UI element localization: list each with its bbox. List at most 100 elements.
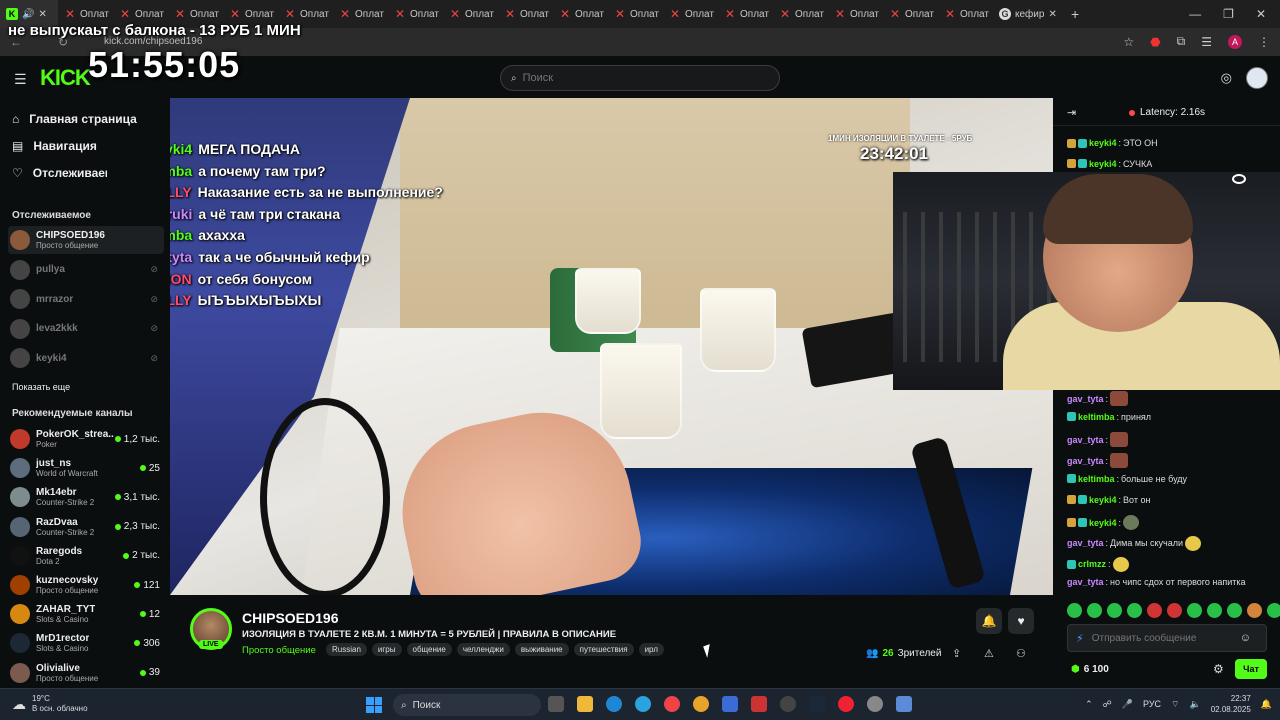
telegram-icon[interactable] (635, 696, 651, 712)
steam-icon[interactable] (809, 696, 825, 712)
app-icon[interactable] (693, 696, 709, 712)
tab-search-icon[interactable]: ☰ (1201, 35, 1212, 49)
user-avatar[interactable] (1246, 67, 1268, 89)
followed-channel[interactable]: leva2kkk ⊘ (8, 315, 164, 343)
chat-username[interactable]: keyki4 (1089, 159, 1117, 169)
stream-tag[interactable]: игры (371, 643, 402, 656)
settings-icon[interactable] (867, 696, 883, 712)
network-icon[interactable]: ☍ (1103, 699, 1112, 710)
tab-payment[interactable]: ✕ Оплат (938, 0, 993, 28)
chat-message[interactable]: keyki4: (1067, 515, 1140, 531)
chat-username[interactable]: gav_tyta (1067, 577, 1104, 587)
tab-close-icon[interactable]: ✕ (1048, 9, 1056, 20)
stream-tag[interactable]: путешествия (573, 643, 634, 656)
emote-icon[interactable] (1187, 603, 1202, 618)
chat-message[interactable]: gav_tyta: Дима мы скучали (1067, 535, 1202, 551)
tab-payment[interactable]: ✕ Оплат (553, 0, 608, 28)
chat-message[interactable]: keyki4: ЭТО ОН (1067, 138, 1158, 148)
tab-payment[interactable]: ✕ Оплат (608, 0, 663, 28)
recommended-channel[interactable]: Olivialive Просто общение 39 (8, 659, 164, 687)
emote-icon[interactable] (1207, 603, 1222, 618)
recommended-channel[interactable]: MrD1rector Slots & Casino 306 (8, 629, 164, 657)
add-user-icon[interactable]: ⚇ (1016, 647, 1026, 660)
stream-tag[interactable]: общение (406, 643, 452, 656)
mic-icon[interactable]: 🎤 (1122, 699, 1133, 710)
tab-payment[interactable]: ✕ Оплат (883, 0, 938, 28)
tab-close-icon[interactable]: ✕ (38, 9, 46, 20)
recommended-channel[interactable]: RazDvaa Counter-Strike 2 2,3 тыс. (8, 513, 164, 541)
chat-username[interactable]: keltimba (1078, 412, 1115, 422)
tab-payment[interactable]: ✕ Оплат (828, 0, 883, 28)
nav-browse[interactable]: ▤ Навигация (12, 139, 97, 153)
nav-following[interactable]: ♡ Отслеживаемое (12, 166, 107, 180)
chat-username[interactable]: gav_tyta (1067, 538, 1104, 548)
chat-username[interactable]: keltimba (1078, 474, 1115, 484)
chat-message[interactable]: keyki4: СУЧКА (1067, 159, 1152, 169)
followed-channel[interactable]: mrrazor ⊘ (8, 285, 164, 313)
clock[interactable]: 22:37 02.08.2025 (1211, 693, 1251, 715)
wifi-icon[interactable]: ⌔ (1171, 699, 1179, 710)
chat-username[interactable]: keyki4 (1089, 495, 1117, 505)
task-view-icon[interactable] (548, 696, 564, 712)
bookmark-star-icon[interactable]: ☆ (1123, 35, 1134, 49)
volume-icon[interactable]: 🔈 (1190, 699, 1201, 710)
recommended-channel[interactable]: kuznecovsky Просто общение 121 (8, 571, 164, 599)
chrome-icon[interactable] (664, 696, 680, 712)
tab-payment[interactable]: ✕ Оплат (498, 0, 553, 28)
chat-username[interactable]: gav_tyta (1067, 435, 1104, 445)
extension-icon[interactable]: ⬣ (1150, 35, 1160, 49)
followed-channel[interactable]: CHIPSOED196 Просто общение (8, 226, 164, 254)
collapse-chat-icon[interactable]: ⇥ (1067, 106, 1076, 119)
follow-heart-button[interactable]: ♥ (1008, 608, 1034, 634)
chat-message[interactable]: keyki4: Вот он (1067, 495, 1150, 505)
followed-channel[interactable]: keyki4 ⊘ (8, 344, 164, 372)
chat-message[interactable]: gav_tyta: (1067, 432, 1129, 448)
emote-icon[interactable] (1147, 603, 1162, 618)
notification-bell-icon[interactable]: 🔔 (1261, 699, 1272, 710)
menu-hamburger-icon[interactable]: ☰ (14, 71, 27, 88)
app-icon[interactable] (722, 696, 738, 712)
show-more-link[interactable]: Показать еще (12, 382, 70, 392)
notifications-icon[interactable]: ◎ (1221, 70, 1232, 86)
search-box[interactable]: ⌕ (500, 65, 780, 91)
nav-home[interactable]: ⌂ Главная страница (12, 112, 137, 126)
recommended-channel[interactable]: ZAHAR_TYT Slots & Casino 12 (8, 600, 164, 628)
extensions-puzzle-icon[interactable]: ⧉ (1177, 34, 1186, 49)
chat-message[interactable]: gav_tyta: но чипс сдох от первого напитка (1067, 577, 1246, 587)
channel-name[interactable]: CHIPSOED196 (242, 610, 338, 626)
recommended-channel[interactable]: PokerOK_strea... Poker 1,2 тыс. (8, 425, 164, 453)
chat-username[interactable]: gav_tyta (1067, 394, 1104, 404)
command-icon[interactable]: ⚡ (1076, 632, 1084, 645)
app-icon[interactable] (780, 696, 796, 712)
emote-icon[interactable] (1227, 603, 1242, 618)
channel-points[interactable]: ⬢ 6 100 (1071, 664, 1109, 675)
taskbar-search[interactable]: ⌕ Поиск (393, 694, 541, 716)
chat-message[interactable]: keltimba: больше не буду (1067, 474, 1187, 484)
calculator-icon[interactable] (896, 696, 912, 712)
tab-payment[interactable]: ✕ Оплат (443, 0, 498, 28)
stream-tag[interactable]: ирл (638, 643, 664, 656)
stream-tag[interactable]: выживание (514, 643, 569, 656)
browser-menu-icon[interactable]: ⋮ (1258, 35, 1270, 49)
recommended-channel[interactable]: Raregods Dota 2 2 тыс. (8, 542, 164, 570)
chat-settings-gear-icon[interactable]: ⚙ (1213, 662, 1224, 676)
tab-payment[interactable]: ✕ Оплат (718, 0, 773, 28)
chat-message[interactable]: gav_tyta: (1067, 453, 1129, 469)
emote-icon[interactable] (1087, 603, 1102, 618)
tab-payment[interactable]: ✕ Оплат (333, 0, 388, 28)
chat-send-button[interactable]: Чат (1235, 659, 1267, 679)
edge-icon[interactable] (606, 696, 622, 712)
chat-username[interactable]: crlmzz (1078, 559, 1106, 569)
explorer-icon[interactable] (577, 696, 593, 712)
app-icon[interactable] (751, 696, 767, 712)
tab-payment[interactable]: ✕ Оплат (663, 0, 718, 28)
chat-message[interactable]: keltimba: принял (1067, 412, 1151, 422)
tray-expand-icon[interactable]: ⌃ (1085, 699, 1093, 710)
tab-payment[interactable]: ✕ Оплат (773, 0, 828, 28)
chat-message[interactable]: gav_tyta: (1067, 391, 1129, 406)
audio-icon[interactable]: 🔊 (22, 9, 34, 20)
emote-icon[interactable] (1167, 603, 1182, 618)
recommended-channel[interactable]: Mk14ebr Counter-Strike 2 3,1 тыс. (8, 483, 164, 511)
emote-icon[interactable] (1247, 603, 1262, 618)
recommended-channel[interactable]: just_ns World of Warcraft 25 (8, 454, 164, 482)
